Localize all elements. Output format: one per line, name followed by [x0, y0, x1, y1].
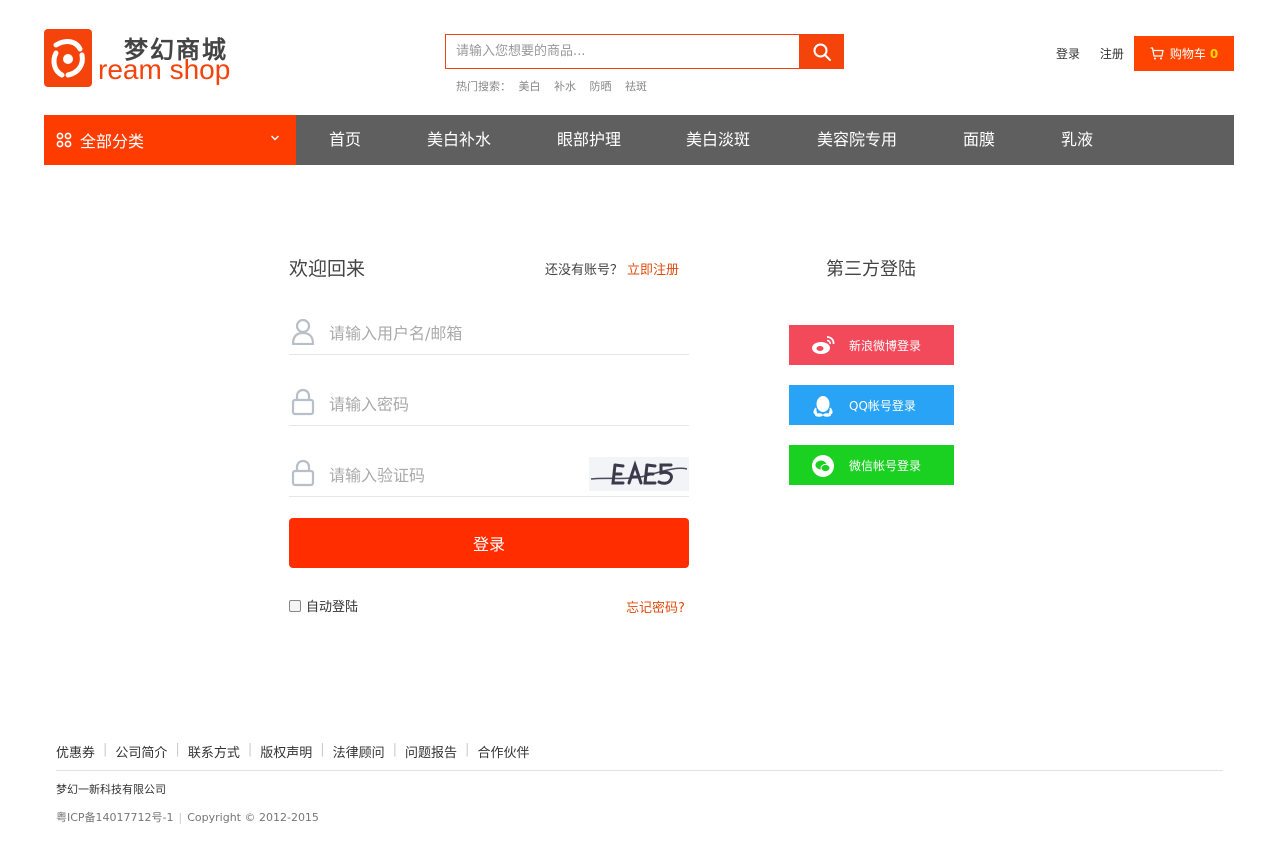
hot-term[interactable]: 祛斑 [625, 80, 647, 93]
cart-label: 购物车 [1169, 47, 1206, 61]
login-link[interactable]: 登录 [1056, 47, 1080, 61]
lock-icon [291, 459, 315, 487]
no-account-text: 还没有账号？ [545, 263, 624, 278]
footer-separator: | [178, 811, 183, 824]
nav-item-lotion[interactable]: 乳液 [1061, 115, 1093, 165]
cart-icon [1150, 47, 1164, 60]
password-field [289, 386, 689, 426]
footer-link-copyright[interactable]: 版权声明 [260, 742, 312, 761]
copyright-text: Copyright © 2012-2015 [187, 811, 319, 824]
footer-link-report[interactable]: 问题报告 [405, 742, 457, 761]
nav-item-salon[interactable]: 美容院专用 [817, 115, 897, 165]
logo-text-en: ream shop [98, 54, 231, 85]
hot-term[interactable]: 美白 [519, 80, 541, 93]
forgot-password-link[interactable]: 忘记密码? [626, 597, 685, 616]
main-nav: 全部分类 首页 美白补水 眼部护理 美白淡斑 美容院专用 面膜 乳液 [44, 115, 1234, 165]
search-bar [445, 34, 844, 69]
auto-login-checkbox[interactable] [289, 599, 301, 612]
hot-term[interactable]: 防晒 [590, 80, 612, 93]
footer-separator: | [392, 742, 398, 757]
nav-item-eye-care[interactable]: 眼部护理 [557, 115, 621, 165]
register-now-link[interactable]: 立即注册 [627, 263, 679, 278]
hot-term[interactable]: 补水 [554, 80, 576, 93]
cart-button[interactable]: 购物车 0 [1134, 36, 1234, 71]
search-button[interactable] [800, 34, 844, 69]
nav-item-home[interactable]: 首页 [329, 115, 361, 165]
lock-icon [291, 388, 315, 416]
username-input[interactable] [329, 315, 619, 351]
search-icon [813, 43, 831, 61]
category-grid-icon [56, 132, 72, 148]
footer-separator: | [103, 742, 108, 757]
icp-number[interactable]: 粤ICP备14017712号-1 [56, 811, 174, 824]
weibo-login-button[interactable]: 新浪微博登录 [789, 325, 954, 365]
user-icon [291, 318, 315, 345]
nav-item-whitening-hydrating[interactable]: 美白补水 [427, 115, 491, 165]
auto-login[interactable]: 自动登陆 [289, 596, 358, 615]
hot-search: 热门搜索： 美白 补水 防晒 祛斑 [456, 78, 657, 94]
wechat-login-button[interactable]: 微信帐号登录 [789, 445, 954, 485]
wechat-login-label: 微信帐号登录 [849, 459, 922, 473]
footer-link-partners[interactable]: 合作伙伴 [477, 742, 529, 761]
logo[interactable]: 梦幻商城 ream shop [44, 28, 244, 90]
weibo-icon [812, 336, 835, 354]
chevron-down-icon [271, 135, 279, 141]
register-link[interactable]: 注册 [1100, 47, 1124, 61]
top-links: 登录 注册 [1056, 45, 1140, 62]
footer-separator: | [175, 742, 180, 757]
captcha-image[interactable] [589, 457, 689, 491]
company-name: 梦幻一新科技有限公司 [56, 783, 166, 796]
cart-count: 0 [1209, 46, 1219, 61]
footer-separator: | [320, 742, 325, 757]
captcha-field [289, 457, 689, 497]
register-hint: 还没有账号？ 立即注册 [545, 259, 679, 278]
footer-links: 优惠券 | 公司简介 | 联系方式 | 版权声明 | 法律顾问 | 问题报告 | 合作伙伴 [56, 742, 529, 761]
footer-separator: | [247, 742, 253, 757]
logo-mark-icon [44, 29, 92, 87]
nav-item-spot-whitening[interactable]: 美白淡斑 [686, 115, 750, 165]
qq-penguin-icon [813, 396, 833, 417]
username-field [289, 315, 689, 355]
auto-login-label: 自动登陆 [306, 600, 359, 615]
footer-link-coupons[interactable]: 优惠券 [56, 742, 95, 761]
footer-link-about[interactable]: 公司简介 [115, 742, 167, 761]
footer-separator: | [465, 742, 470, 757]
nav-item-mask[interactable]: 面膜 [963, 115, 995, 165]
captcha-input[interactable] [329, 457, 619, 493]
copyright-line: 粤ICP备14017712号-1 | Copyright © 2012-2015 [56, 809, 319, 825]
hot-search-label: 热门搜索： [456, 80, 511, 93]
wechat-icon [812, 455, 834, 477]
qq-login-label: QQ帐号登录 [849, 399, 916, 413]
all-categories-label: 全部分类 [80, 132, 145, 151]
password-input[interactable] [329, 386, 619, 422]
all-categories-button[interactable]: 全部分类 [44, 115, 296, 165]
footer-link-contact[interactable]: 联系方式 [188, 742, 240, 761]
footer-divider [56, 770, 1223, 771]
weibo-login-label: 新浪微博登录 [849, 339, 922, 353]
welcome-title: 欢迎回来 [289, 258, 366, 280]
footer-link-legal[interactable]: 法律顾问 [333, 742, 385, 761]
login-submit-button[interactable]: 登录 [289, 518, 689, 568]
search-input[interactable] [445, 34, 800, 69]
qq-login-button[interactable]: QQ帐号登录 [789, 385, 954, 425]
third-party-title: 第三方登陆 [826, 259, 916, 280]
